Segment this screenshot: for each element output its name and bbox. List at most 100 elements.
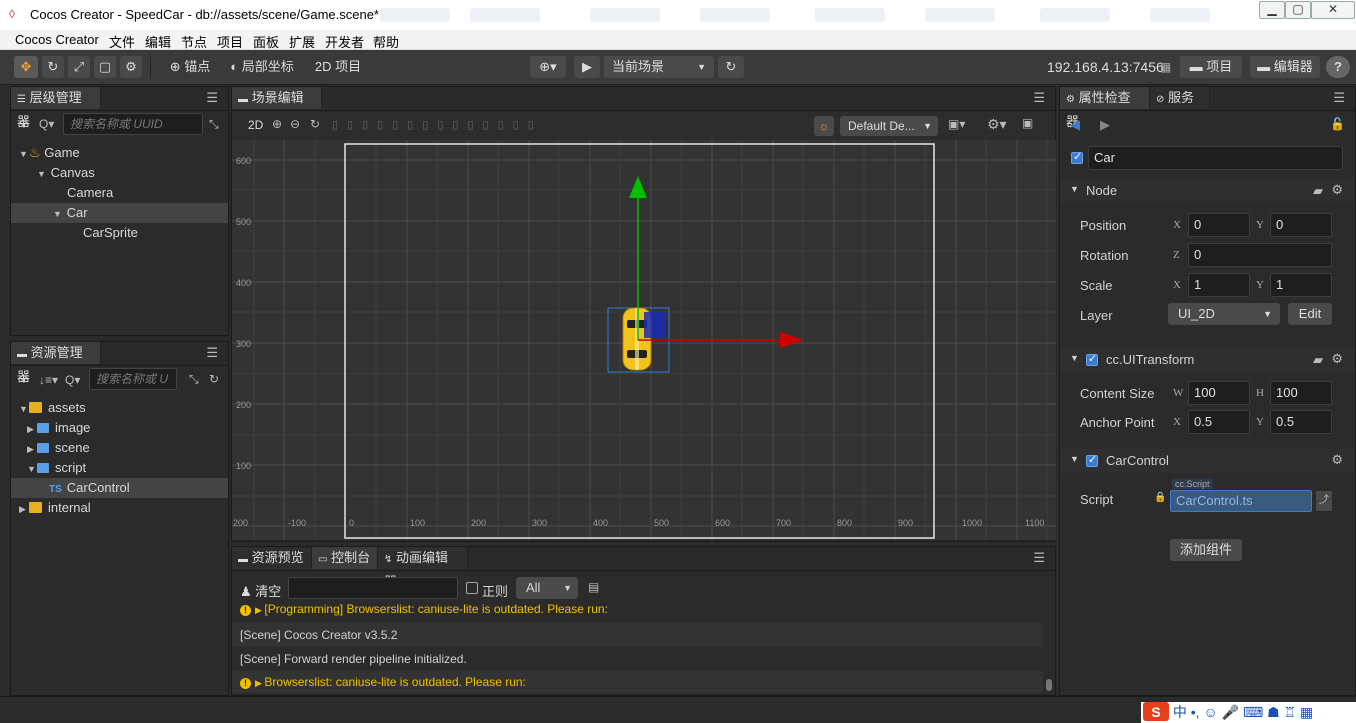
zoom-out-icon[interactable]: ⊖ bbox=[290, 117, 300, 131]
sun-icon[interactable]: ☼ bbox=[814, 116, 834, 136]
punctuation-icon[interactable]: •, bbox=[1191, 704, 1200, 720]
carcontrol-section-header[interactable]: ▼ CarControl ⚙ bbox=[1060, 449, 1355, 473]
mic-icon[interactable]: 🎤 bbox=[1222, 704, 1239, 720]
layer-select[interactable]: UI_2D ▼ bbox=[1168, 303, 1280, 325]
menu-cocos-creator[interactable]: Cocos Creator bbox=[15, 32, 99, 47]
coord-button[interactable]: ◐ 局部坐标 bbox=[224, 56, 300, 78]
tab-console[interactable]: ▭ 控制台 bbox=[312, 547, 378, 569]
tree-item-canvas[interactable]: ▼ Canvas bbox=[11, 163, 228, 183]
rotation-z-input[interactable]: 0 bbox=[1188, 243, 1332, 267]
sogou-icon[interactable]: S bbox=[1143, 702, 1169, 721]
asset-item-image[interactable]: ▶ image bbox=[11, 418, 228, 438]
rect-tool-icon[interactable]: ▢ bbox=[94, 56, 116, 78]
tab-hierarchy[interactable]: ☰ 层级管理器 bbox=[11, 87, 101, 129]
menu-file[interactable]: 文件 bbox=[109, 32, 135, 51]
ime-mode-label[interactable]: 中 bbox=[1173, 704, 1187, 720]
scale-tool-icon[interactable]: ⤢ bbox=[68, 56, 90, 78]
pivot-button[interactable]: ⊕ 锚点 bbox=[160, 56, 220, 78]
y-axis-arrow-icon[interactable] bbox=[629, 176, 647, 198]
snapshot-icon[interactable]: ▣ bbox=[1022, 116, 1033, 130]
tab-assets[interactable]: ▬ 资源管理器 bbox=[11, 342, 101, 384]
menu-extension[interactable]: 扩展 bbox=[289, 32, 315, 51]
preview-ip[interactable]: 192.168.4.13:7456 bbox=[1047, 59, 1164, 75]
collapse-icon[interactable]: ⤡ bbox=[189, 372, 199, 387]
gear-icon[interactable]: ⚙ bbox=[1331, 452, 1343, 468]
search-type-icon[interactable]: Q▾ bbox=[65, 373, 80, 387]
panel-menu-icon[interactable]: ☰ bbox=[1033, 90, 1045, 106]
menu-panel[interactable]: 面板 bbox=[253, 32, 279, 51]
clear-button[interactable]: ♟ 清空 bbox=[240, 581, 281, 600]
console-log-row[interactable]: [Scene] Cocos Creator v3.5.2 bbox=[232, 623, 1043, 647]
menu-developer[interactable]: 开发者 bbox=[325, 32, 364, 51]
collapse-icon[interactable]: ⤡ bbox=[209, 117, 219, 132]
uitransform-section-header[interactable]: ▼ cc.UITransform ▰ ⚙ bbox=[1060, 348, 1355, 372]
log-level-select[interactable]: All ▼ bbox=[516, 577, 578, 599]
shirt-icon[interactable]: ♖ bbox=[1284, 704, 1297, 720]
add-asset-icon[interactable]: + bbox=[19, 371, 28, 389]
camera-icon[interactable]: ▣▾ bbox=[948, 117, 965, 131]
grid-icon[interactable]: ▦ bbox=[1300, 704, 1313, 720]
panel-menu-icon[interactable]: ☰ bbox=[206, 345, 218, 361]
asset-item-assets[interactable]: ▼ assets bbox=[11, 398, 228, 418]
add-component-button[interactable]: 添加组件 bbox=[1170, 539, 1242, 561]
locate-asset-icon[interactable]: ⤴ bbox=[1316, 491, 1332, 511]
console-log-row[interactable]: ! ▶ Browserslist: caniuse-lite is outdate… bbox=[232, 671, 1043, 693]
panel-menu-icon[interactable]: ☰ bbox=[206, 90, 218, 106]
console-log-row[interactable]: [Scene] Forward render pipeline initiali… bbox=[232, 647, 1043, 671]
platform-select[interactable]: ⊕▾ bbox=[530, 56, 566, 78]
tree-item-game[interactable]: ▼♨ Game bbox=[11, 143, 228, 163]
console-filter-input[interactable] bbox=[288, 577, 458, 599]
x-axis-arrow-icon[interactable] bbox=[780, 332, 804, 348]
scene-viewport[interactable]: 600 500 400 300 200 100 -200 -100 0 100 … bbox=[232, 140, 1056, 540]
refresh-icon[interactable]: ↻ bbox=[209, 372, 219, 386]
menu-project[interactable]: 项目 bbox=[217, 32, 243, 51]
minimize-button[interactable]: ▁ bbox=[1259, 1, 1285, 19]
help-button[interactable]: ? bbox=[1326, 56, 1350, 78]
content-width-input[interactable]: 100 bbox=[1188, 381, 1250, 405]
content-height-input[interactable]: 100 bbox=[1270, 381, 1332, 405]
tree-item-car[interactable]: ▼ Car bbox=[11, 203, 228, 223]
menu-node[interactable]: 节点 bbox=[181, 32, 207, 51]
regex-checkbox[interactable] bbox=[466, 582, 478, 594]
anchor-y-input[interactable]: 0.5 bbox=[1270, 410, 1332, 434]
scene-select[interactable]: 当前场景 ▼ bbox=[604, 56, 714, 78]
console-log-row[interactable]: ! ▶ [Programming] Browserslist: caniuse-l… bbox=[232, 599, 1043, 619]
tab-service[interactable]: ⊘ 服务 bbox=[1150, 87, 1210, 109]
editor-button[interactable]: ▬ 编辑器 bbox=[1250, 56, 1320, 78]
open-log-file-icon[interactable]: ▤ bbox=[588, 580, 599, 594]
node-section-header[interactable]: ▼ Node ▰ ⚙ bbox=[1060, 179, 1355, 203]
panel-menu-icon[interactable]: ☰ bbox=[1333, 90, 1345, 106]
asset-item-carcontrol[interactable]: TS CarControl bbox=[11, 478, 228, 498]
node-name-input[interactable]: Car bbox=[1088, 146, 1343, 170]
tab-scene-editor[interactable]: ▬ 场景编辑器 bbox=[232, 87, 322, 129]
play-button[interactable]: ▶ bbox=[574, 56, 600, 78]
scale-x-input[interactable]: 1 bbox=[1188, 273, 1250, 297]
unlock-icon[interactable]: 🔓 bbox=[1330, 117, 1345, 131]
gear-tool-icon[interactable]: ⚙ bbox=[120, 56, 142, 78]
uitransform-enabled-checkbox[interactable] bbox=[1086, 352, 1098, 366]
forward-arrow-icon[interactable]: ▶ bbox=[1100, 117, 1110, 133]
doc-icon[interactable]: ▰ bbox=[1313, 352, 1323, 368]
scale-y-input[interactable]: 1 bbox=[1270, 273, 1332, 297]
2d-toggle[interactable]: 2D bbox=[248, 118, 263, 132]
carcontrol-enabled-checkbox[interactable] bbox=[1086, 453, 1098, 467]
refresh-button[interactable]: ↻ bbox=[718, 56, 744, 78]
position-y-input[interactable]: 0 bbox=[1270, 213, 1332, 237]
add-node-icon[interactable]: + bbox=[19, 116, 28, 134]
keyboard-icon[interactable]: ⌨ bbox=[1243, 704, 1263, 720]
tab-inspector[interactable]: ⚙ 属性检查器 bbox=[1060, 87, 1150, 129]
back-arrow-icon[interactable]: ◀ bbox=[1070, 117, 1080, 133]
asset-item-script[interactable]: ▼ script bbox=[11, 458, 228, 478]
menu-edit[interactable]: 编辑 bbox=[145, 32, 171, 51]
zoom-in-icon[interactable]: ⊕ bbox=[272, 117, 282, 131]
position-x-input[interactable]: 0 bbox=[1188, 213, 1250, 237]
assets-search-input[interactable]: 搜索名称或 U bbox=[89, 368, 177, 390]
maximize-button[interactable]: ▢ bbox=[1285, 1, 1311, 19]
doc-icon[interactable]: ▰ bbox=[1313, 183, 1323, 199]
node-active-checkbox[interactable] bbox=[1071, 150, 1083, 164]
script-asset-field[interactable]: CarControl.ts bbox=[1170, 490, 1312, 512]
emoji-icon[interactable]: ☺ bbox=[1203, 704, 1217, 720]
tree-item-carsprite[interactable]: CarSprite bbox=[11, 223, 228, 243]
gear-icon[interactable]: ⚙ bbox=[1331, 351, 1343, 367]
hierarchy-search-input[interactable]: 搜索名称或 UUID bbox=[63, 113, 203, 135]
